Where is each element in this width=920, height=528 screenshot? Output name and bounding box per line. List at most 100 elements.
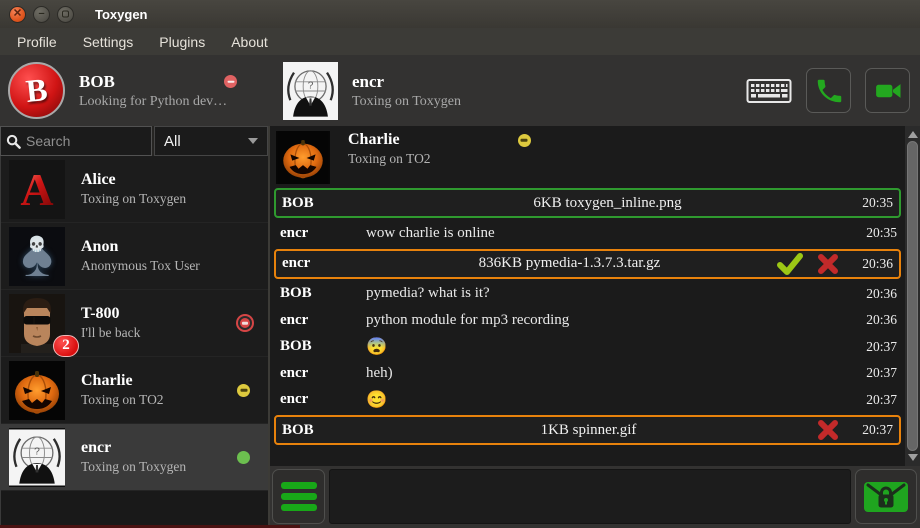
message-sender: BOB bbox=[280, 338, 366, 355]
peer-name: encr bbox=[352, 72, 461, 92]
charlie-avatar-large bbox=[276, 131, 330, 184]
self-status-message: Looking for Python dev… bbox=[79, 94, 227, 110]
contact-status-message: I'll be back bbox=[81, 325, 140, 341]
toxygen-window: ✕ – Toxygen Profile Settings Plugins Abo… bbox=[0, 0, 920, 528]
window-minimize-button[interactable]: – bbox=[33, 6, 50, 23]
away-status-icon bbox=[518, 134, 531, 147]
search-icon bbox=[6, 134, 21, 149]
message-text: python module for mp3 recording bbox=[366, 312, 569, 329]
contact-row-anon[interactable]: ♠ 💀 Anon Anonymous Tox User bbox=[1, 223, 268, 290]
contact-status-message: Anonymous Tox User bbox=[81, 258, 200, 274]
message-time: 20:36 bbox=[866, 286, 897, 302]
contact-row-t800[interactable]: 2 T-800 I'll be back bbox=[1, 290, 268, 357]
chat-menu-button[interactable] bbox=[272, 469, 325, 524]
text-message: BOB pymedia? what is it? 20:36 bbox=[270, 281, 905, 308]
filter-value: All bbox=[164, 133, 181, 150]
search-input[interactable] bbox=[26, 133, 146, 149]
window-maximize-button[interactable] bbox=[57, 6, 74, 23]
online-status-icon bbox=[237, 451, 250, 464]
window-close-button[interactable]: ✕ bbox=[9, 6, 26, 23]
message-time: 20:36 bbox=[866, 312, 897, 328]
busy-unread-status-icon bbox=[240, 318, 250, 328]
anon-avatar: ♠ 💀 bbox=[9, 227, 65, 286]
menu-about[interactable]: About bbox=[218, 30, 281, 54]
maximize-icon bbox=[62, 10, 69, 17]
message-time: 20:36 bbox=[851, 256, 893, 272]
message-input-bar bbox=[270, 466, 920, 528]
text-message: encr wow charlie is online 20:35 bbox=[270, 220, 905, 247]
encrypted-send-icon bbox=[863, 481, 909, 513]
encr-avatar: ? bbox=[9, 428, 65, 487]
menu-settings[interactable]: Settings bbox=[70, 30, 147, 54]
self-profile[interactable]: B BOB Looking for Python dev… bbox=[0, 55, 270, 126]
contact-list: A Alice Toxing on Toxygen ♠ 💀 Anon Anony… bbox=[0, 156, 268, 528]
unread-count-badge: 2 bbox=[53, 335, 79, 357]
message-sender: encr bbox=[282, 255, 364, 272]
message-time: 20:35 bbox=[851, 195, 893, 211]
header-panel: B BOB Looking for Python dev… ? bbox=[0, 55, 920, 126]
away-status-icon bbox=[237, 384, 250, 397]
contact-filter-dropdown[interactable]: All bbox=[154, 126, 268, 156]
contact-name: Alice bbox=[81, 171, 186, 189]
contact-status-message: Toxing on Toxygen bbox=[81, 191, 186, 207]
decline-cross-icon bbox=[817, 419, 839, 441]
message-sender: BOB bbox=[282, 195, 364, 212]
chat-header-status-message: Toxing on TO2 bbox=[348, 151, 531, 167]
chat-scrollbar[interactable] bbox=[905, 126, 920, 466]
emoji-message: encr 😊 20:37 bbox=[270, 387, 905, 414]
peer-status-message: Toxing on Toxygen bbox=[352, 94, 461, 110]
minimize-icon: – bbox=[38, 8, 44, 19]
contact-name: T-800 bbox=[81, 305, 140, 323]
video-call-button[interactable] bbox=[865, 68, 910, 113]
file-transfer-in-progress: BOB 1KB spinner.gif 20:37 bbox=[274, 415, 901, 445]
text-message: encr python module for mp3 recording 20:… bbox=[270, 307, 905, 334]
scroll-up-icon[interactable] bbox=[908, 131, 918, 138]
message-history: Charlie Toxing on TO2 BOB 6KB toxygen_in… bbox=[270, 126, 905, 466]
message-text: heh) bbox=[366, 365, 393, 382]
phone-icon bbox=[814, 76, 844, 106]
main-body: All A Alice Toxing on Toxygen ♠ 💀 bbox=[0, 126, 920, 528]
send-message-button[interactable] bbox=[855, 469, 917, 524]
contact-name: Anon bbox=[81, 238, 200, 256]
chat-contact-header: Charlie Toxing on TO2 bbox=[270, 128, 905, 186]
menu-plugins[interactable]: Plugins bbox=[146, 30, 218, 54]
menu-profile[interactable]: Profile bbox=[4, 30, 70, 54]
smiling-smiley-icon: 😊 bbox=[366, 390, 387, 410]
scroll-down-icon[interactable] bbox=[908, 454, 918, 461]
screen-keyboard-icon[interactable] bbox=[746, 77, 792, 105]
file-name: 6KB toxygen_inline.png bbox=[364, 195, 851, 212]
message-time: 20:37 bbox=[866, 392, 897, 408]
decline-file-button[interactable] bbox=[813, 252, 843, 276]
message-sender: BOB bbox=[280, 285, 366, 302]
accept-file-button[interactable] bbox=[775, 252, 805, 276]
message-sender: BOB bbox=[282, 422, 364, 439]
message-text: pymedia? what is it? bbox=[366, 285, 490, 302]
menu-bar: Profile Settings Plugins About bbox=[0, 28, 920, 55]
file-transfer-pending: encr 836KB pymedia-1.3.7.3.tar.gz bbox=[274, 249, 901, 279]
contact-row-alice[interactable]: A Alice Toxing on Toxygen bbox=[1, 156, 268, 223]
message-time: 20:37 bbox=[866, 365, 897, 381]
contact-status-message: Toxing on Toxygen bbox=[81, 459, 186, 475]
emoji-message: BOB 😨 20:37 bbox=[270, 334, 905, 361]
chat-area: Charlie Toxing on TO2 BOB 6KB toxygen_in… bbox=[270, 126, 920, 528]
contact-name: encr bbox=[81, 439, 186, 457]
svg-text:?: ? bbox=[34, 446, 40, 457]
message-sender: encr bbox=[280, 365, 366, 382]
shocked-smiley-icon: 😨 bbox=[366, 337, 387, 357]
contact-row-charlie[interactable]: Charlie Toxing on TO2 bbox=[1, 357, 268, 424]
message-text: wow charlie is online bbox=[366, 225, 495, 242]
audio-call-button[interactable] bbox=[806, 68, 851, 113]
message-time: 20:37 bbox=[866, 339, 897, 355]
cancel-file-button[interactable] bbox=[813, 418, 843, 442]
contact-status-message: Toxing on TO2 bbox=[81, 392, 164, 408]
file-name: 1KB spinner.gif bbox=[364, 422, 813, 439]
scrollbar-thumb[interactable] bbox=[907, 141, 918, 451]
message-input[interactable] bbox=[329, 469, 851, 524]
hamburger-menu-icon bbox=[281, 482, 317, 489]
message-sender: encr bbox=[280, 225, 366, 242]
contact-row-encr[interactable]: ? encr Toxing on Toxygen bbox=[1, 424, 268, 491]
message-sender: encr bbox=[280, 312, 366, 329]
video-camera-icon bbox=[872, 76, 904, 106]
t800-avatar: 2 bbox=[9, 294, 65, 353]
message-sender: encr bbox=[280, 391, 366, 408]
